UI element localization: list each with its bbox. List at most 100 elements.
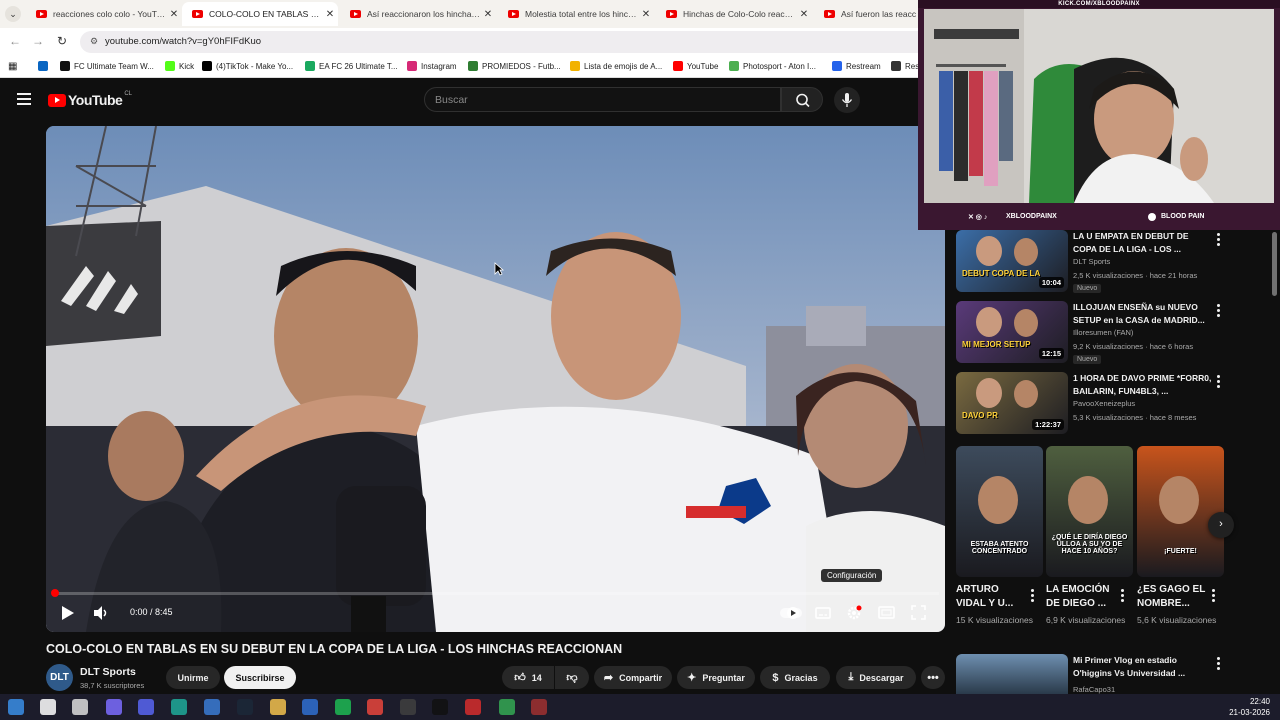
progress-bar[interactable] <box>51 589 939 597</box>
short-thumbnail[interactable]: ESTABA ATENTO CONCENTRADO <box>956 446 1043 577</box>
task-view-icon[interactable] <box>72 699 88 715</box>
more-actions-button[interactable]: ••• <box>921 666 945 689</box>
store-icon[interactable] <box>302 699 318 715</box>
browser-tab[interactable]: Hinchas de Colo-Colo reaccion ✕ <box>656 2 812 26</box>
recommended-channel[interactable]: Illoresumen (FAN) <box>1073 328 1133 337</box>
recommended-title[interactable]: ILLOJUAN ENSEÑA su NUEVO SETUP en la CAS… <box>1073 301 1213 326</box>
channel-avatar[interactable]: DLT <box>46 664 73 691</box>
video-thumbnail[interactable]: MI MEJOR SETUP 12:15 <box>956 301 1068 363</box>
recommended-title[interactable]: 1 HORA DE DAVO PRIME *FORR0, BAILARIN, F… <box>1073 372 1213 397</box>
more-vertical-icon[interactable] <box>1217 375 1221 390</box>
recommended-video[interactable]: DAVO PR 1:22:37 1 HORA DE DAVO PRIME *FORR… <box>956 372 1266 436</box>
search-button[interactable] <box>781 87 823 112</box>
close-tab-icon[interactable]: ✕ <box>796 9 812 20</box>
bookmark-item[interactable]: Restream <box>832 61 881 71</box>
theater-mode-button[interactable] <box>878 606 895 624</box>
browser-tab[interactable]: Así reaccionaron los hinchas al ✕ <box>340 2 496 26</box>
search-input[interactable]: Buscar <box>424 87 781 112</box>
bookmark-item[interactable]: Kick <box>165 61 194 71</box>
steam-icon[interactable] <box>237 699 253 715</box>
browser-tab[interactable]: Así fueron las reacc <box>814 2 918 26</box>
recorder-icon[interactable] <box>531 699 547 715</box>
bookmark-linkedin[interactable] <box>38 61 52 71</box>
more-vertical-icon[interactable] <box>1217 657 1221 672</box>
video-player[interactable] <box>46 126 945 632</box>
short-title[interactable]: ARTURO VIDAL Y U... <box>956 583 1028 611</box>
share-button[interactable]: ➦ Compartir <box>594 666 672 689</box>
address-bar[interactable]: ⚙ youtube.com/watch?v=gY0hFIFdKuo <box>80 31 940 53</box>
bookmark-item[interactable]: YouTube <box>673 61 718 71</box>
obs-icon[interactable] <box>400 699 416 715</box>
ask-button[interactable]: ✦ Preguntar <box>677 666 755 689</box>
settings-button[interactable] <box>846 605 862 626</box>
subscribe-button[interactable]: Suscribirse <box>224 666 296 689</box>
close-tab-icon[interactable]: ✕ <box>322 9 338 20</box>
bookmark-item[interactable]: Photosport - Aton I... <box>729 61 816 71</box>
short-title[interactable]: LA EMOCIÓN DE DIEGO ... <box>1046 583 1118 611</box>
apps-grid-icon[interactable]: ▦ <box>8 61 17 72</box>
chrome-active-icon[interactable] <box>499 699 515 715</box>
edge-icon[interactable] <box>171 699 187 715</box>
reload-icon[interactable]: ↻ <box>54 34 70 48</box>
browser-tab[interactable]: Molestia total entre los hinchas ✕ <box>498 2 654 26</box>
tab-search-icon[interactable]: ⌄ <box>5 6 21 22</box>
forward-arrow-icon[interactable]: → <box>30 34 46 48</box>
shorts-next-button[interactable]: › <box>1208 512 1234 538</box>
toolbox-icon[interactable] <box>465 699 481 715</box>
video-thumbnail[interactable] <box>956 654 1068 694</box>
hamburger-menu-icon[interactable] <box>17 93 31 105</box>
file-explorer-icon[interactable] <box>270 699 286 715</box>
bookmark-item[interactable]: Lista de emojis de A... <box>570 61 662 71</box>
close-tab-icon[interactable]: ✕ <box>638 9 654 20</box>
windows-start-icon[interactable] <box>8 699 24 715</box>
spotify-icon[interactable] <box>335 699 351 715</box>
close-tab-icon[interactable]: ✕ <box>166 9 182 20</box>
recommended-title[interactable]: Mi Primer Vlog en estadio O'higgins Vs U… <box>1073 654 1213 679</box>
progress-scrubber[interactable] <box>51 589 59 597</box>
copilot-icon[interactable] <box>106 699 122 715</box>
subtitles-button[interactable] <box>815 606 831 625</box>
volume-button[interactable] <box>93 605 109 626</box>
recommended-channel[interactable]: DLT Sports <box>1073 257 1110 266</box>
more-vertical-icon[interactable] <box>1217 304 1221 319</box>
recommended-title[interactable]: LA U EMPATA EN DEBUT DE COPA DE LA LIGA … <box>1073 230 1213 255</box>
more-vertical-icon[interactable] <box>1217 233 1221 248</box>
dislike-button[interactable]: 👎︎ <box>555 666 589 689</box>
short-thumbnail[interactable]: ¿QUÉ LE DIRÍA DIEGO ULLOA A SU YO DE HAC… <box>1046 446 1133 577</box>
recommended-video[interactable]: DEBUT COPA DE LA 10:04 LA U EMPATA EN DEBU… <box>956 230 1266 294</box>
chrome-icon[interactable] <box>367 699 383 715</box>
recommended-video-bottom[interactable]: Mi Primer Vlog en estadio O'higgins Vs U… <box>956 654 1266 694</box>
like-button[interactable]: 👍︎ 14 <box>502 666 554 689</box>
short-thumbnail[interactable]: ¡FUERTE! <box>1137 446 1224 577</box>
address-url[interactable]: youtube.com/watch?v=gY0hFIFdKuo <box>105 36 261 47</box>
recommended-channel[interactable]: RafaCapo31 <box>1073 685 1115 694</box>
voice-search-button[interactable] <box>834 87 860 113</box>
system-clock[interactable]: 22:40 21-03-2026 <box>1229 696 1270 718</box>
discord-icon[interactable] <box>138 699 154 715</box>
bookmark-item[interactable]: Instagram <box>407 61 457 71</box>
more-vertical-icon[interactable] <box>1031 589 1035 604</box>
site-info-icon[interactable]: ⚙ <box>88 36 100 48</box>
tiktok-icon[interactable] <box>432 699 448 715</box>
scrollbar-thumb[interactable] <box>1272 232 1277 296</box>
more-vertical-icon[interactable] <box>1212 589 1216 604</box>
search-icon[interactable] <box>40 699 56 715</box>
video-thumbnail[interactable]: DEBUT COPA DE LA 10:04 <box>956 230 1068 292</box>
more-vertical-icon[interactable] <box>1121 589 1125 604</box>
bookmark-item[interactable]: (4)TikTok - Make Yo... <box>202 61 293 71</box>
back-arrow-icon[interactable]: ← <box>7 34 23 48</box>
browser-tab[interactable]: reacciones colo colo - YouTube ✕ <box>26 2 182 26</box>
close-tab-icon[interactable]: ✕ <box>480 9 496 20</box>
play-button[interactable] <box>61 605 75 626</box>
recommended-video[interactable]: MI MEJOR SETUP 12:15 ILLOJUAN ENSEÑA su NU… <box>956 301 1266 365</box>
bookmark-item[interactable]: Res <box>891 61 919 71</box>
join-button[interactable]: Unirme <box>166 666 220 689</box>
short-title[interactable]: ¿ES GAGO EL NOMBRE... <box>1137 583 1209 611</box>
thanks-button[interactable]: $ Gracias <box>760 666 830 689</box>
fullscreen-button[interactable] <box>911 605 926 625</box>
browser-tab[interactable]: COLO-COLO EN TABLAS EN SU✕ <box>182 2 338 26</box>
youtube-logo[interactable]: YouTube CL <box>48 91 132 108</box>
recommended-channel[interactable]: PavooXeneizeplus <box>1073 399 1135 408</box>
channel-name[interactable]: DLT Sports <box>80 666 136 678</box>
bookmark-item[interactable]: PROMIEDOS - Futb... <box>468 61 561 71</box>
